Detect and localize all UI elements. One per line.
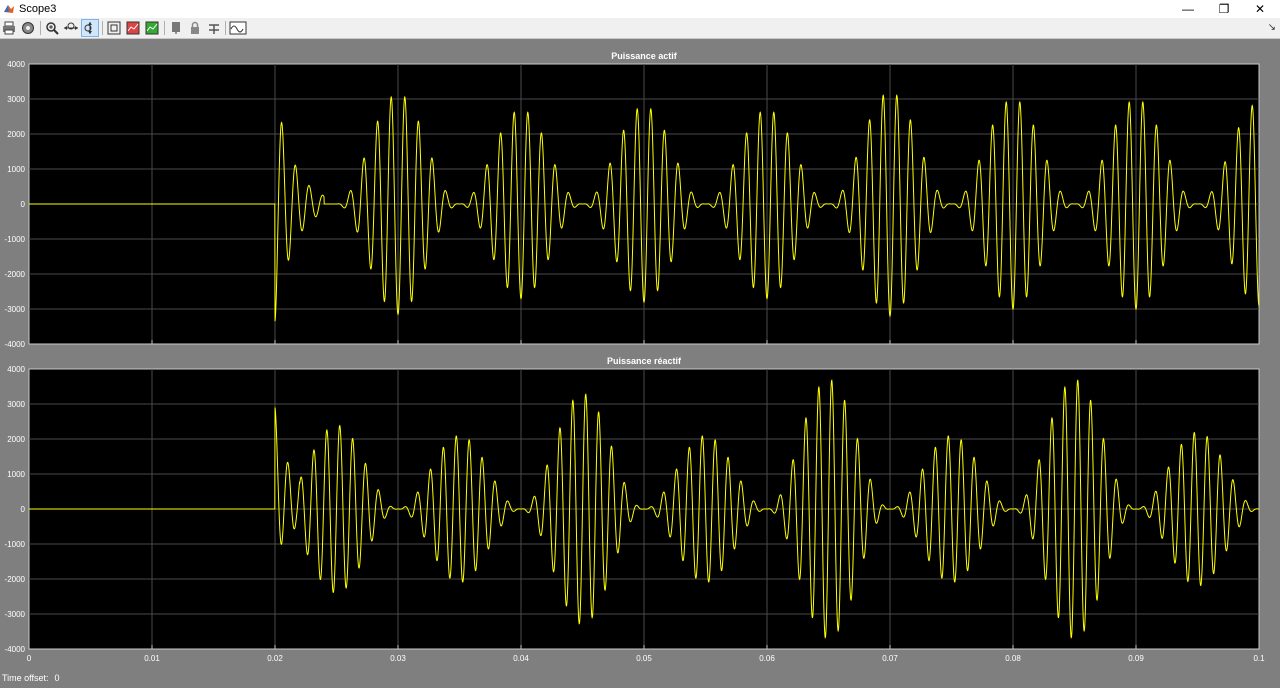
measurements-icon xyxy=(229,21,247,35)
lock-icon xyxy=(191,21,199,34)
y-tick-label: -2000 xyxy=(5,575,26,584)
x-tick-label: 0.09 xyxy=(1128,654,1144,663)
scope-plots: Puissance actif -4000 -3000 -2000 -1000 0 1000… xyxy=(5,51,1266,663)
settings-button[interactable] xyxy=(19,19,37,37)
zoom-x-icon xyxy=(64,22,78,30)
zoom-y-button[interactable] xyxy=(81,19,99,37)
floating-scope-button[interactable] xyxy=(167,19,185,37)
scope-toolbar: ↘ xyxy=(0,18,1280,39)
autoscale-icon xyxy=(107,21,121,35)
x-tick-label: 0.03 xyxy=(390,654,406,663)
y-tick-label: 2000 xyxy=(7,130,25,139)
zoom-y-icon xyxy=(84,22,92,34)
window-title: Scope3 xyxy=(19,3,57,15)
toolbar-separator xyxy=(102,21,103,35)
print-icon xyxy=(3,21,15,35)
zoom-in-button[interactable] xyxy=(43,19,61,37)
plot-title-1: Puissance réactif xyxy=(607,356,682,366)
x-tick-label: 0.08 xyxy=(1005,654,1021,663)
x-tick-label: 0.06 xyxy=(759,654,775,663)
y-tick-label: 0 xyxy=(21,200,26,209)
x-tick-label: 0.01 xyxy=(144,654,160,663)
time-offset-readout: Time offset: 0 xyxy=(2,673,60,683)
window-title-bar: Scope3 — ❐ ✕ xyxy=(0,0,1280,18)
toolbar-expand-icon[interactable]: ↘ xyxy=(1268,22,1276,33)
time-offset-value: 0 xyxy=(54,673,60,683)
y-tick-label: 1000 xyxy=(7,470,25,479)
print-button[interactable] xyxy=(0,19,18,37)
y-tick-label: 3000 xyxy=(7,400,25,409)
y-tick-label: 4000 xyxy=(7,60,25,69)
restore-icon: ❐ xyxy=(1218,2,1230,16)
measurements-button[interactable] xyxy=(228,19,248,37)
minimize-icon: — xyxy=(1182,2,1194,16)
x-tick-label: 0.04 xyxy=(513,654,529,663)
x-tick-label: 0 xyxy=(27,654,32,663)
y-tick-label: 3000 xyxy=(7,95,25,104)
toolbar-separator xyxy=(225,21,226,35)
x-tick-label: 0.1 xyxy=(1253,654,1265,663)
floating-scope-icon xyxy=(172,22,180,34)
toolbar-separator xyxy=(164,21,165,35)
save-axes-icon xyxy=(126,21,140,35)
y-tick-label: -1000 xyxy=(5,540,26,549)
x-tick-label: 0.05 xyxy=(636,654,652,663)
toolbar-separator xyxy=(40,21,41,35)
y-tick-label: -3000 xyxy=(5,610,26,619)
restore-axes-button[interactable] xyxy=(143,19,161,37)
signal-selection-button[interactable] xyxy=(205,19,223,37)
signal-selection-icon xyxy=(209,24,219,34)
y-tick-label: -4000 xyxy=(5,340,26,349)
close-icon: ✕ xyxy=(1254,2,1266,16)
y-tick-label: -2000 xyxy=(5,270,26,279)
restore-axes-icon xyxy=(145,21,159,35)
settings-icon xyxy=(22,22,34,34)
matlab-app-icon xyxy=(4,5,14,13)
close-button[interactable]: ✕ xyxy=(1242,0,1278,18)
y-tick-label: 1000 xyxy=(7,165,25,174)
time-offset-label: Time offset: xyxy=(2,673,49,683)
y-tick-label: -1000 xyxy=(5,235,26,244)
x-tick-label: 0.07 xyxy=(882,654,898,663)
x-tick-label: 0.02 xyxy=(267,654,283,663)
autoscale-button[interactable] xyxy=(105,19,123,37)
y-tick-label: -4000 xyxy=(5,645,26,654)
plot-title-0: Puissance actif xyxy=(611,51,678,61)
y-tick-label: 2000 xyxy=(7,435,25,444)
save-axes-button[interactable] xyxy=(124,19,142,37)
restore-button[interactable]: ❐ xyxy=(1206,0,1242,18)
y-tick-label: 4000 xyxy=(7,365,25,374)
y-tick-label: -3000 xyxy=(5,305,26,314)
y-tick-label: 0 xyxy=(21,505,26,514)
zoom-in-icon xyxy=(46,22,59,35)
lock-button[interactable] xyxy=(186,19,204,37)
zoom-x-button[interactable] xyxy=(62,19,80,37)
minimize-button[interactable]: — xyxy=(1170,0,1206,18)
